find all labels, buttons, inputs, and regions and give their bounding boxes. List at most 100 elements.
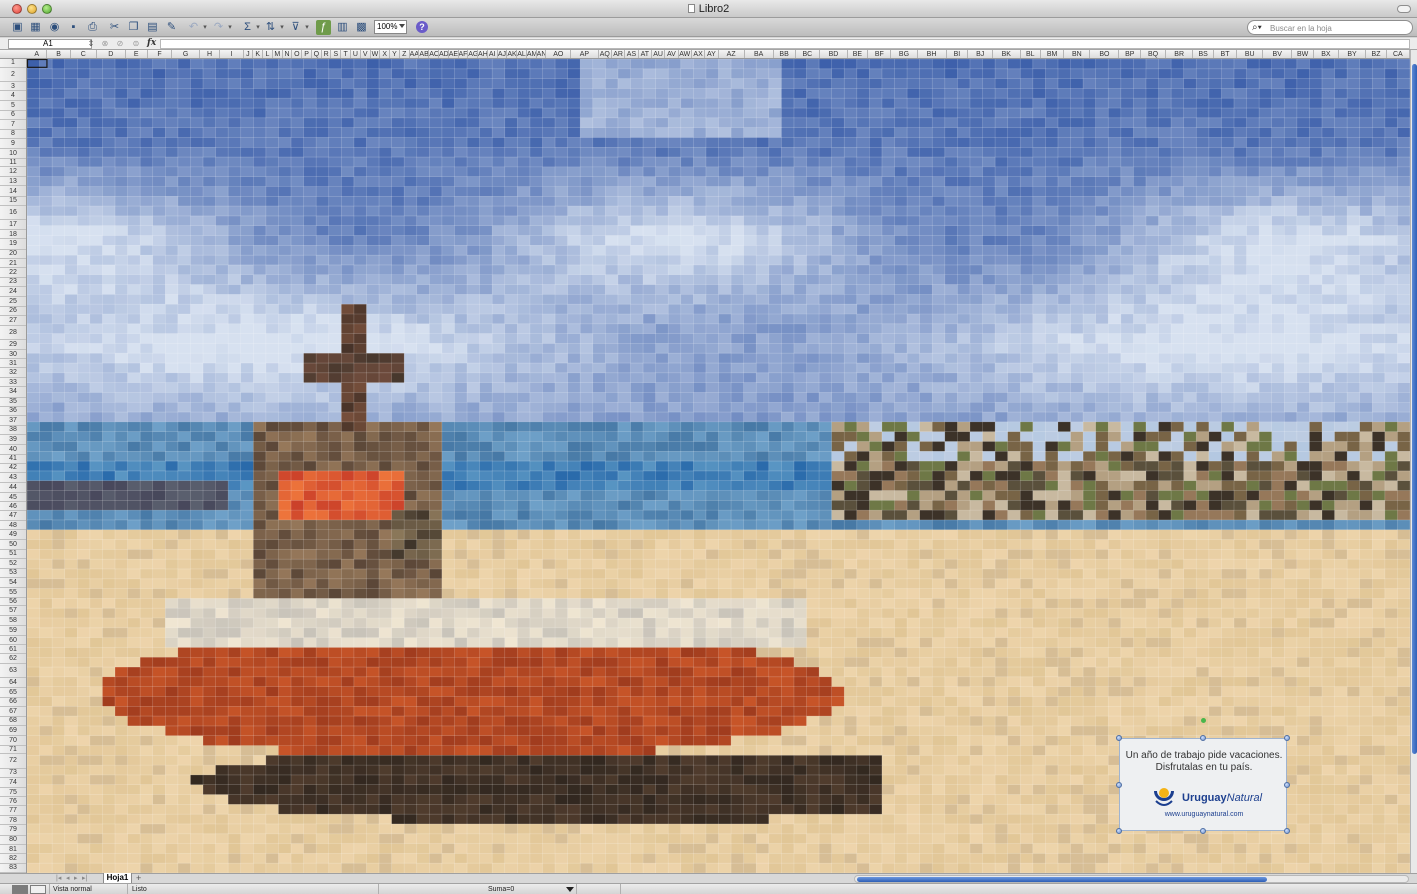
column-header-al[interactable]: AL [517, 50, 527, 58]
column-header-as[interactable]: AS [625, 50, 639, 58]
row-header-11[interactable]: 11 [0, 159, 26, 168]
format-painter-icon[interactable]: ✎ [164, 20, 179, 35]
name-box[interactable]: A1 [8, 39, 92, 49]
column-header-l[interactable]: L [263, 50, 273, 58]
row-header-64[interactable]: 64 [0, 678, 26, 689]
column-header-bi[interactable]: BI [947, 50, 969, 58]
row-header-28[interactable]: 28 [0, 326, 26, 340]
row-header-80[interactable]: 80 [0, 836, 26, 846]
save-icon[interactable]: ▪ [66, 20, 81, 35]
row-header-6[interactable]: 6 [0, 111, 26, 120]
row-header-48[interactable]: 48 [0, 521, 26, 531]
row-header-50[interactable]: 50 [0, 540, 26, 550]
print-icon[interactable]: ⎙ [85, 20, 100, 35]
row-header-15[interactable]: 15 [0, 197, 26, 207]
column-header-bj[interactable]: BJ [968, 50, 994, 58]
column-header-r[interactable]: R [322, 50, 332, 58]
name-box-stepper-icon[interactable]: ⇕ [86, 39, 96, 49]
column-header-af[interactable]: AF [459, 50, 469, 58]
open-icon[interactable]: ◉ [47, 20, 62, 35]
row-header-68[interactable]: 68 [0, 717, 26, 726]
media-icon[interactable]: ▩ [354, 20, 369, 35]
column-header-n[interactable]: N [283, 50, 293, 58]
column-header-ay[interactable]: AY [705, 50, 719, 58]
row-header-26[interactable]: 26 [0, 307, 26, 316]
column-header-c[interactable]: C [71, 50, 97, 58]
row-header-43[interactable]: 43 [0, 473, 26, 483]
row-header-53[interactable]: 53 [0, 569, 26, 578]
row-header-44[interactable]: 44 [0, 483, 26, 493]
column-header-k[interactable]: K [253, 50, 264, 58]
row-header-18[interactable]: 18 [0, 230, 26, 240]
column-header-ar[interactable]: AR [612, 50, 626, 58]
row-header-2[interactable]: 2 [0, 68, 26, 82]
row-header-35[interactable]: 35 [0, 398, 26, 408]
formula-input[interactable] [160, 39, 1410, 49]
column-header-ak[interactable]: AK [507, 50, 518, 58]
column-header-be[interactable]: BE [848, 50, 869, 58]
row-header-79[interactable]: 79 [0, 825, 26, 836]
row-header-27[interactable]: 27 [0, 316, 26, 326]
column-header-aj[interactable]: AJ [498, 50, 508, 58]
column-header-ai[interactable]: AI [488, 50, 498, 58]
row-header-83[interactable]: 83 [0, 864, 26, 873]
row-header-3[interactable]: 3 [0, 82, 26, 92]
row-header-73[interactable]: 73 [0, 769, 26, 778]
row-header-36[interactable]: 36 [0, 407, 26, 416]
column-header-bk[interactable]: BK [993, 50, 1021, 58]
row-header-14[interactable]: 14 [0, 186, 26, 197]
row-header-20[interactable]: 20 [0, 250, 26, 260]
row-header-51[interactable]: 51 [0, 550, 26, 559]
row-header-17[interactable]: 17 [0, 220, 26, 231]
toolbar-toggle-button[interactable] [1397, 5, 1411, 13]
row-header-31[interactable]: 31 [0, 359, 26, 369]
column-header-ao[interactable]: AO [546, 50, 572, 58]
column-header-bf[interactable]: BF [868, 50, 892, 58]
column-header-ae[interactable]: AE [449, 50, 459, 58]
column-header-ca[interactable]: CA [1387, 50, 1410, 58]
column-header-an[interactable]: AN [537, 50, 547, 58]
column-header-aq[interactable]: AQ [599, 50, 612, 58]
row-header-75[interactable]: 75 [0, 788, 26, 798]
row-header-40[interactable]: 40 [0, 445, 26, 455]
row-header-7[interactable]: 7 [0, 120, 26, 130]
column-header-bs[interactable]: BS [1193, 50, 1214, 58]
templates-icon[interactable]: ▦ [28, 20, 43, 35]
row-header-59[interactable]: 59 [0, 626, 26, 636]
column-header-ab[interactable]: AB [419, 50, 430, 58]
redo-dropdown-icon[interactable]: ▾ [227, 20, 233, 35]
column-header-bm[interactable]: BM [1041, 50, 1065, 58]
column-header-at[interactable]: AT [639, 50, 652, 58]
row-header-57[interactable]: 57 [0, 606, 26, 617]
column-header-ba[interactable]: BA [745, 50, 774, 58]
undo-dropdown-icon[interactable]: ▾ [202, 20, 208, 35]
column-header-x[interactable]: X [380, 50, 391, 58]
row-header-33[interactable]: 33 [0, 378, 26, 388]
help-icon[interactable]: ? [416, 21, 428, 33]
cancel-entry-icon[interactable]: ⊗ [100, 39, 110, 49]
row-header-42[interactable]: 42 [0, 464, 26, 474]
gallery-icon[interactable]: ƒ [316, 20, 331, 35]
row-header-32[interactable]: 32 [0, 368, 26, 379]
column-header-j[interactable]: J [244, 50, 254, 58]
row-header-13[interactable]: 13 [0, 177, 26, 187]
column-header-aw[interactable]: AW [679, 50, 692, 58]
row-header-70[interactable]: 70 [0, 736, 26, 746]
column-header-bz[interactable]: BZ [1366, 50, 1387, 58]
column-header-am[interactable]: AM [527, 50, 537, 58]
column-header-w[interactable]: W [371, 50, 381, 58]
row-header-8[interactable]: 8 [0, 130, 26, 139]
paste-icon[interactable]: ▤ [145, 20, 160, 35]
row-header-41[interactable]: 41 [0, 455, 26, 464]
row-header-63[interactable]: 63 [0, 664, 26, 679]
column-header-ac[interactable]: AC [429, 50, 439, 58]
column-header-bc[interactable]: BC [796, 50, 821, 58]
row-header-58[interactable]: 58 [0, 616, 26, 626]
row-header-55[interactable]: 55 [0, 588, 26, 598]
row-header-5[interactable]: 5 [0, 101, 26, 111]
column-header-bt[interactable]: BT [1214, 50, 1238, 58]
column-header-au[interactable]: AU [652, 50, 666, 58]
redo-icon[interactable]: ↷ [211, 20, 226, 35]
filter-icon[interactable]: ⊽ [288, 20, 303, 35]
column-header-o[interactable]: O [292, 50, 303, 58]
